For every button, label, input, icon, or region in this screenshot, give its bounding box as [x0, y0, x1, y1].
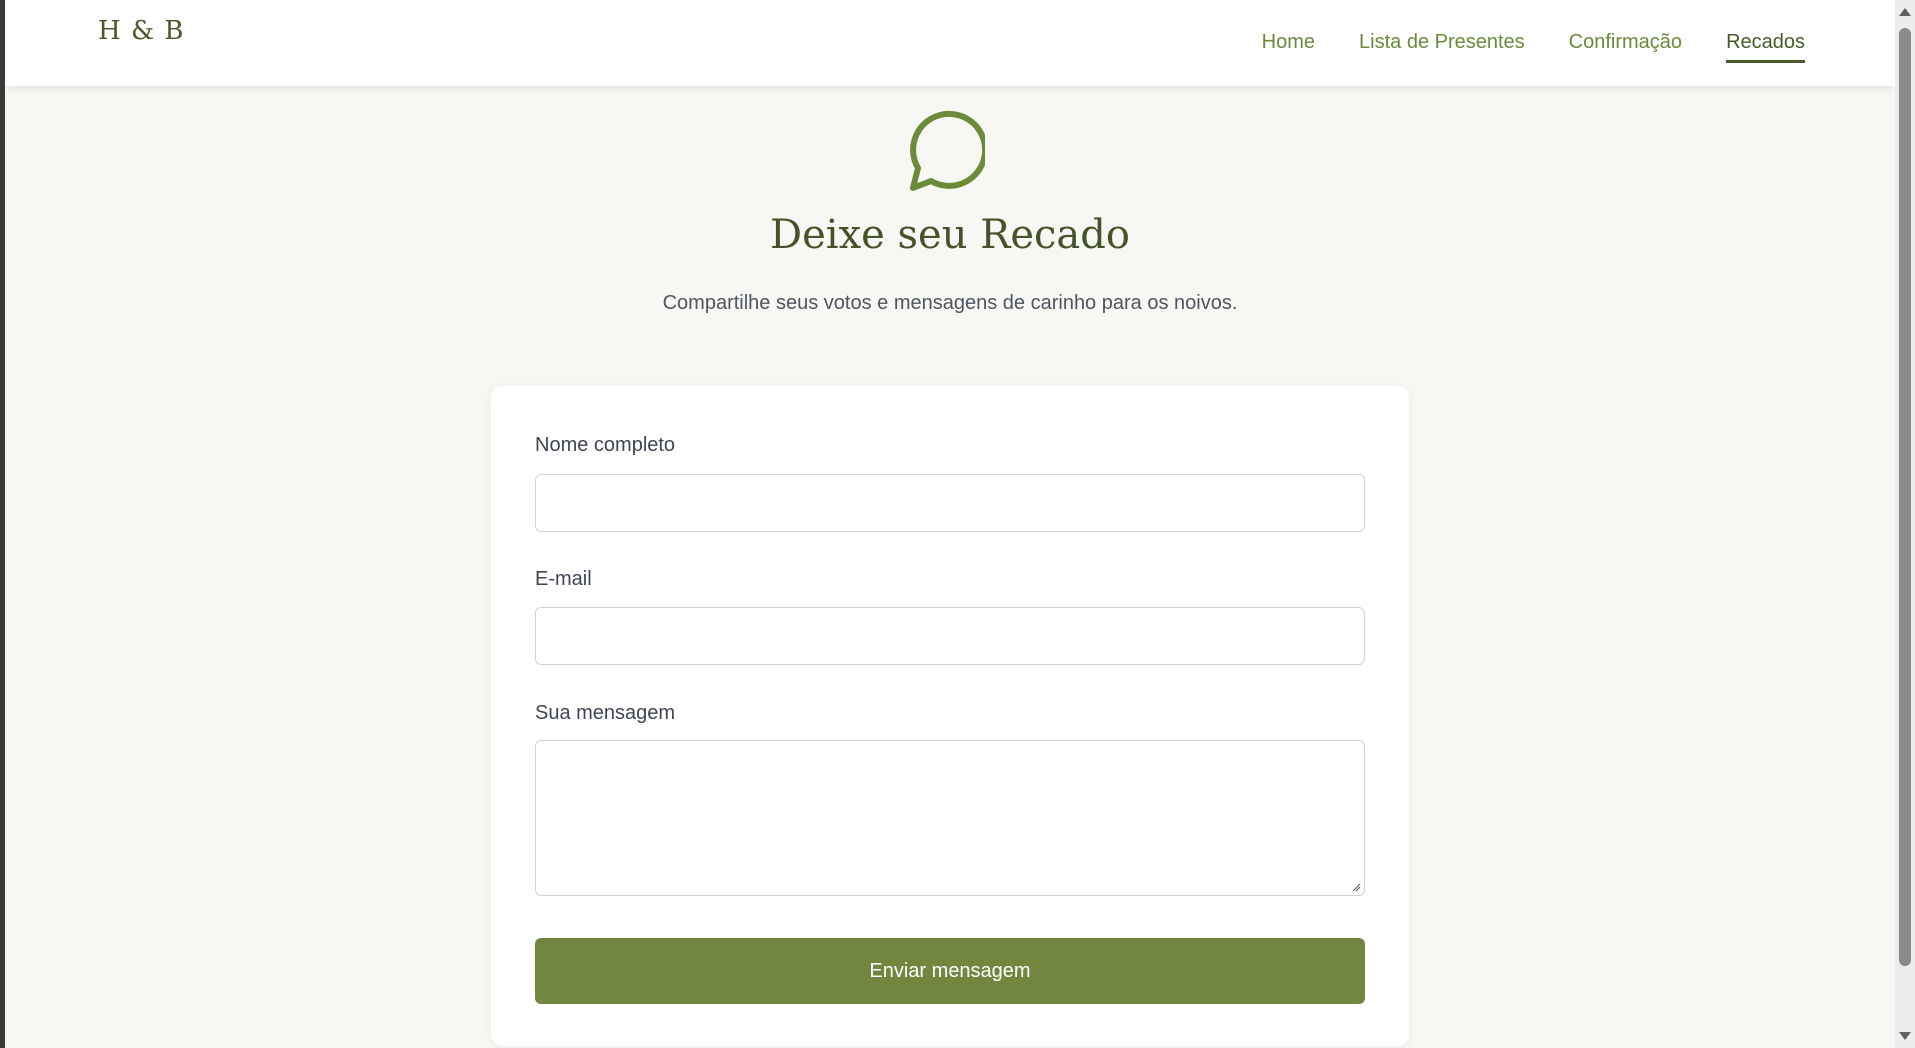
- message-label: Sua mensagem: [535, 702, 676, 724]
- nav-link-lista-de-presentes[interactable]: Lista de Presentes: [1359, 28, 1525, 63]
- nav-link-recados[interactable]: Recados: [1726, 28, 1805, 63]
- page-viewport: H & B Home Lista de Presentes Confirmaçã…: [5, 0, 1895, 1048]
- site-header: H & B Home Lista de Presentes Confirmaçã…: [5, 0, 1895, 86]
- message-textarea[interactable]: [535, 740, 1365, 896]
- name-input[interactable]: [535, 474, 1365, 532]
- email-input[interactable]: [535, 607, 1365, 665]
- page-title: Deixe seu Recado: [770, 212, 1130, 258]
- send-message-button[interactable]: Enviar mensagem: [535, 938, 1365, 1004]
- message-form-card: Nome completo E-mail Sua mensagem Enviar…: [491, 386, 1409, 1046]
- nav-link-confirmacao[interactable]: Confirmação: [1569, 28, 1682, 63]
- scroll-down-arrow-icon[interactable]: [1899, 1032, 1911, 1040]
- email-label: E-mail: [535, 568, 592, 590]
- chat-bubble-icon: [910, 110, 985, 191]
- vertical-scrollbar[interactable]: [1895, 0, 1915, 1048]
- page-subtitle: Compartilhe seus votos e mensagens de ca…: [662, 292, 1238, 314]
- name-label: Nome completo: [535, 434, 676, 456]
- site-logo[interactable]: H & B: [98, 16, 184, 46]
- scroll-up-arrow-icon[interactable]: [1899, 8, 1911, 16]
- main-nav: Home Lista de Presentes Confirmação Reca…: [1262, 28, 1805, 63]
- scrollbar-thumb[interactable]: [1899, 28, 1911, 966]
- nav-link-home[interactable]: Home: [1262, 28, 1315, 63]
- resize-grip-icon[interactable]: [1352, 883, 1361, 892]
